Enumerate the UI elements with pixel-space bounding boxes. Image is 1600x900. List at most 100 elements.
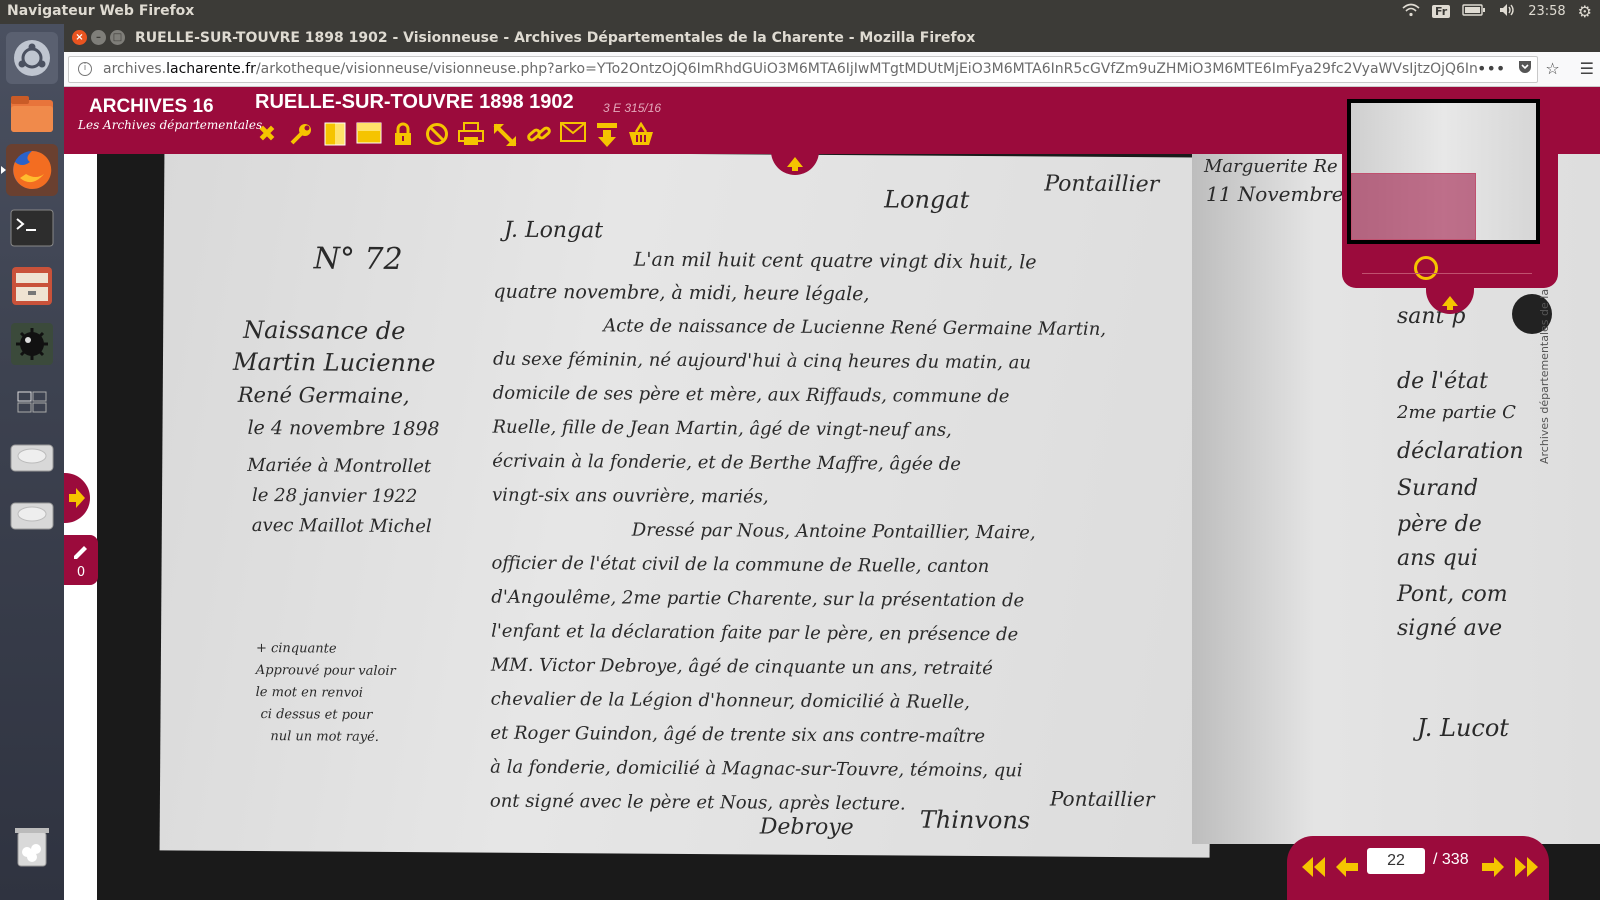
brightness-icon[interactable] — [356, 122, 382, 148]
url-domain-prefix: archives. — [103, 61, 167, 77]
margin-text: avec Maillot Michel — [251, 514, 432, 538]
drive-icon — [10, 502, 54, 530]
page-actions-icon[interactable]: ••• — [1477, 59, 1505, 79]
right-page-text: père de — [1397, 512, 1482, 537]
print-icon[interactable] — [458, 122, 484, 148]
act-text-line: domicile de ses père et mère, aux Riffau… — [492, 382, 1010, 408]
footnote-text: Approuvé pour valoir — [255, 662, 396, 679]
right-page-text: Marguerite Re — [1204, 156, 1338, 177]
right-page-text: Surand — [1397, 476, 1479, 501]
keyboard-layout-indicator[interactable]: Fr — [1431, 5, 1451, 18]
last-page-icon[interactable] — [1513, 856, 1541, 884]
terminal-icon — [10, 209, 54, 247]
files-launcher[interactable] — [6, 88, 58, 140]
collapse-minimap-button[interactable] — [1426, 286, 1474, 314]
drive-launcher-1[interactable] — [6, 432, 58, 484]
signature: Pontaillier — [1044, 171, 1160, 198]
lock-icon[interactable] — [390, 122, 416, 148]
wifi-icon[interactable] — [1402, 3, 1420, 21]
act-text-line: L'an mil huit cent quatre vingt dix huit… — [633, 248, 1037, 274]
act-text-line: l'enfant et la déclaration faite par le … — [491, 620, 1019, 646]
mines-launcher[interactable] — [6, 318, 58, 370]
clock[interactable]: 23:58 — [1528, 4, 1565, 19]
window-title-bar: × – □ RUELLE-SUR-TOUVRE 1898 1902 - Visi… — [64, 24, 1600, 52]
signature: Thinvons — [919, 805, 1031, 835]
entry-number: N° 72 — [313, 241, 403, 278]
close-window-button[interactable]: × — [72, 30, 87, 45]
ubuntu-dash-button[interactable] — [6, 32, 58, 84]
mail-icon[interactable] — [560, 122, 586, 148]
pencil-icon — [74, 546, 87, 559]
firefox-launcher[interactable] — [1, 144, 58, 196]
signature: J. Longat — [503, 217, 604, 244]
right-page-text: ans qui — [1397, 546, 1478, 571]
margin-text: René Germaine, — [237, 382, 410, 409]
right-page-text: signé ave — [1397, 616, 1503, 641]
act-text-line: d'Angoulême, 2me partie Charente, sur la… — [491, 586, 1025, 612]
left-margin — [64, 154, 97, 900]
url-path: /arkotheque/visionneuse/visionneuse.php?… — [255, 61, 1478, 77]
volume-icon[interactable] — [1498, 3, 1516, 21]
trash-launcher[interactable] — [6, 820, 58, 872]
act-text-line: à la fonderie, domicilié à Magnac-sur-To… — [490, 756, 1023, 782]
link-icon[interactable] — [526, 122, 552, 148]
previous-page-icon[interactable] — [1335, 856, 1359, 884]
terminal-launcher[interactable] — [6, 202, 58, 254]
reset-icon[interactable] — [424, 122, 450, 148]
next-page-icon[interactable] — [1481, 856, 1505, 884]
drive-launcher-2[interactable] — [6, 490, 58, 542]
archives-logo-subtitle: Les Archives départementales — [78, 118, 263, 132]
trash-icon — [15, 828, 49, 867]
zoom-icon[interactable] — [1414, 256, 1438, 280]
right-page-text: 11 Novembre — [1206, 182, 1344, 206]
maximize-window-button[interactable]: □ — [110, 30, 125, 45]
bookmark-star-icon[interactable]: ☆ — [1545, 59, 1559, 79]
page-number-input[interactable] — [1367, 848, 1425, 874]
resize-icon[interactable] — [492, 122, 518, 148]
footnote-text: le mot en renvoi — [255, 684, 364, 701]
url-input[interactable]: archives.lacharente.fr/arkotheque/vision… — [68, 56, 1538, 83]
register-page-left: N° 72 Naissance de Martin Lucienne René … — [159, 150, 1215, 858]
signature: Debroye — [759, 814, 854, 841]
archives-logo[interactable]: ARCHIVES 16 — [89, 96, 214, 118]
minimap-thumbnail[interactable] — [1347, 99, 1540, 244]
notes-button[interactable]: 0 — [64, 535, 98, 585]
battery-icon[interactable] — [1462, 3, 1486, 20]
act-text-line: ont signé avec le père et Nous, après le… — [489, 790, 906, 815]
viewer-page: N° 72 Naissance de Martin Lucienne René … — [64, 87, 1600, 900]
menu-icon[interactable]: ☰ — [1580, 59, 1594, 79]
gear-icon[interactable]: ⚙ — [1578, 2, 1592, 21]
right-page-text: 2me partie C — [1397, 402, 1516, 423]
launcher — [0, 24, 64, 900]
minimap[interactable] — [1342, 94, 1558, 288]
workspace-switcher[interactable] — [6, 376, 58, 428]
arrow-right-icon — [69, 488, 85, 508]
act-text-line: vingt-six ans ouvrière, mariés, — [491, 484, 769, 508]
minimize-window-button[interactable]: – — [91, 30, 106, 45]
download-icon[interactable] — [594, 122, 620, 148]
contrast-icon[interactable] — [322, 122, 348, 148]
margin-text: Mariée à Montrollet — [247, 454, 432, 478]
act-text-line: Dressé par Nous, Antoine Pontaillier, Ma… — [631, 519, 1036, 544]
open-side-panel-button[interactable] — [64, 473, 90, 523]
firefox-icon — [13, 150, 52, 189]
close-icon[interactable]: ✖ — [254, 122, 280, 148]
wrench-icon[interactable] — [288, 122, 314, 148]
collapse-header-button[interactable] — [771, 147, 819, 175]
pager: / 338 — [1287, 836, 1549, 900]
basket-icon[interactable] — [628, 121, 654, 148]
minimap-viewport[interactable] — [1351, 173, 1476, 240]
site-info-icon[interactable]: i — [78, 62, 92, 76]
pocket-icon[interactable] — [1517, 59, 1533, 79]
footnote-text: + cinquante — [255, 640, 337, 657]
page-total: / 338 — [1433, 851, 1469, 868]
act-text-line: et Roger Guindon, âgé de trente six ans … — [490, 722, 986, 748]
document-cote: 3 E 315/16 — [603, 101, 662, 115]
archive-manager-launcher[interactable] — [6, 260, 58, 312]
navigation-bar: archives.lacharente.fr/arkotheque/vision… — [64, 52, 1600, 87]
first-page-icon[interactable] — [1299, 856, 1327, 884]
notes-count: 0 — [76, 565, 86, 580]
act-text-line: écrivain à la fonderie, et de Berthe Maf… — [492, 450, 962, 475]
ubuntu-logo-icon — [14, 40, 50, 76]
folder-icon — [11, 96, 53, 132]
